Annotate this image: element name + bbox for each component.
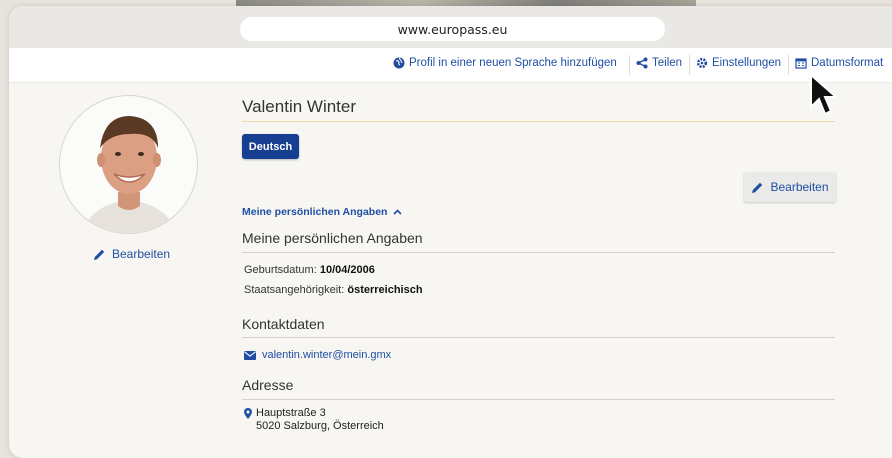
language-button[interactable]: Deutsch [242,134,299,159]
chevron-up-icon [393,209,403,215]
nationality-label: Staatsangehörigkeit: [244,284,345,296]
divider [788,55,789,75]
browser-chrome: www.europass.eu [9,6,892,48]
email-text: valentin.winter@mein.gmx [262,349,392,361]
personal-section-toggle[interactable]: Meine persönlichen Angaben [242,206,403,218]
mouse-cursor-icon [810,73,839,116]
add-language-link[interactable]: Profil in einer neuen Sprache hinzufügen [393,57,617,69]
share-link[interactable]: Teilen [636,57,682,69]
address-title: Adresse [242,377,294,393]
contact-title: Kontaktdaten [242,316,325,332]
address-bar[interactable]: www.europass.eu [240,17,665,41]
edit-photo-link[interactable]: Bearbeiten [93,247,170,261]
address-block: Hauptstraße 3 5020 Salzburg, Österreich [244,407,384,433]
edit-photo-label: Bearbeiten [112,247,171,261]
nationality-row: Staatsangehörigkeit: österreichisch [244,284,423,296]
profile-name: Valentin Winter [242,97,357,116]
birth-date-label: Geburtsdatum: [244,264,317,276]
section-toggle-label: Meine persönlichen Angaben [242,206,388,218]
add-language-label: Profil in einer neuen Sprache hinzufügen [409,57,617,69]
divider [242,399,835,400]
date-format-link[interactable]: Datumsformat [795,57,883,69]
birth-date-value: 10/04/2006 [319,264,375,276]
email-link[interactable]: valentin.winter@mein.gmx [244,349,391,361]
calendar-icon [795,58,807,69]
pencil-icon [94,249,105,260]
address-line-2: 5020 Salzburg, Österreich [256,420,384,432]
share-label: Teilen [652,57,683,69]
edit-button[interactable]: Bearbeiten [744,172,836,202]
divider [242,252,835,253]
map-pin-icon [244,408,252,419]
divider [689,55,690,75]
globe-icon [393,57,405,69]
divider [242,121,835,122]
settings-link[interactable]: Einstellungen [696,57,781,69]
gear-icon [696,57,708,69]
profile-photo[interactable] [59,95,198,234]
share-icon [636,57,648,69]
nationality-value: österreichisch [347,284,423,296]
date-format-label: Datumsformat [811,57,884,69]
pencil-icon [752,182,763,193]
settings-label: Einstellungen [712,57,782,69]
envelope-icon [244,350,256,360]
address-line-1: Hauptstraße 3 [256,407,326,419]
profile-toolbar: Profil in einer neuen Sprache hinzufügen… [9,48,892,83]
browser-window: www.europass.eu Profil in einer neuen Sp… [9,6,892,458]
person-illustration [82,116,176,233]
divider [242,337,835,338]
edit-button-label: Bearbeiten [770,180,829,194]
section-title: Meine persönlichen Angaben [242,230,423,246]
divider [629,55,630,75]
birth-date-row: Geburtsdatum: 10/04/2006 [244,264,375,276]
